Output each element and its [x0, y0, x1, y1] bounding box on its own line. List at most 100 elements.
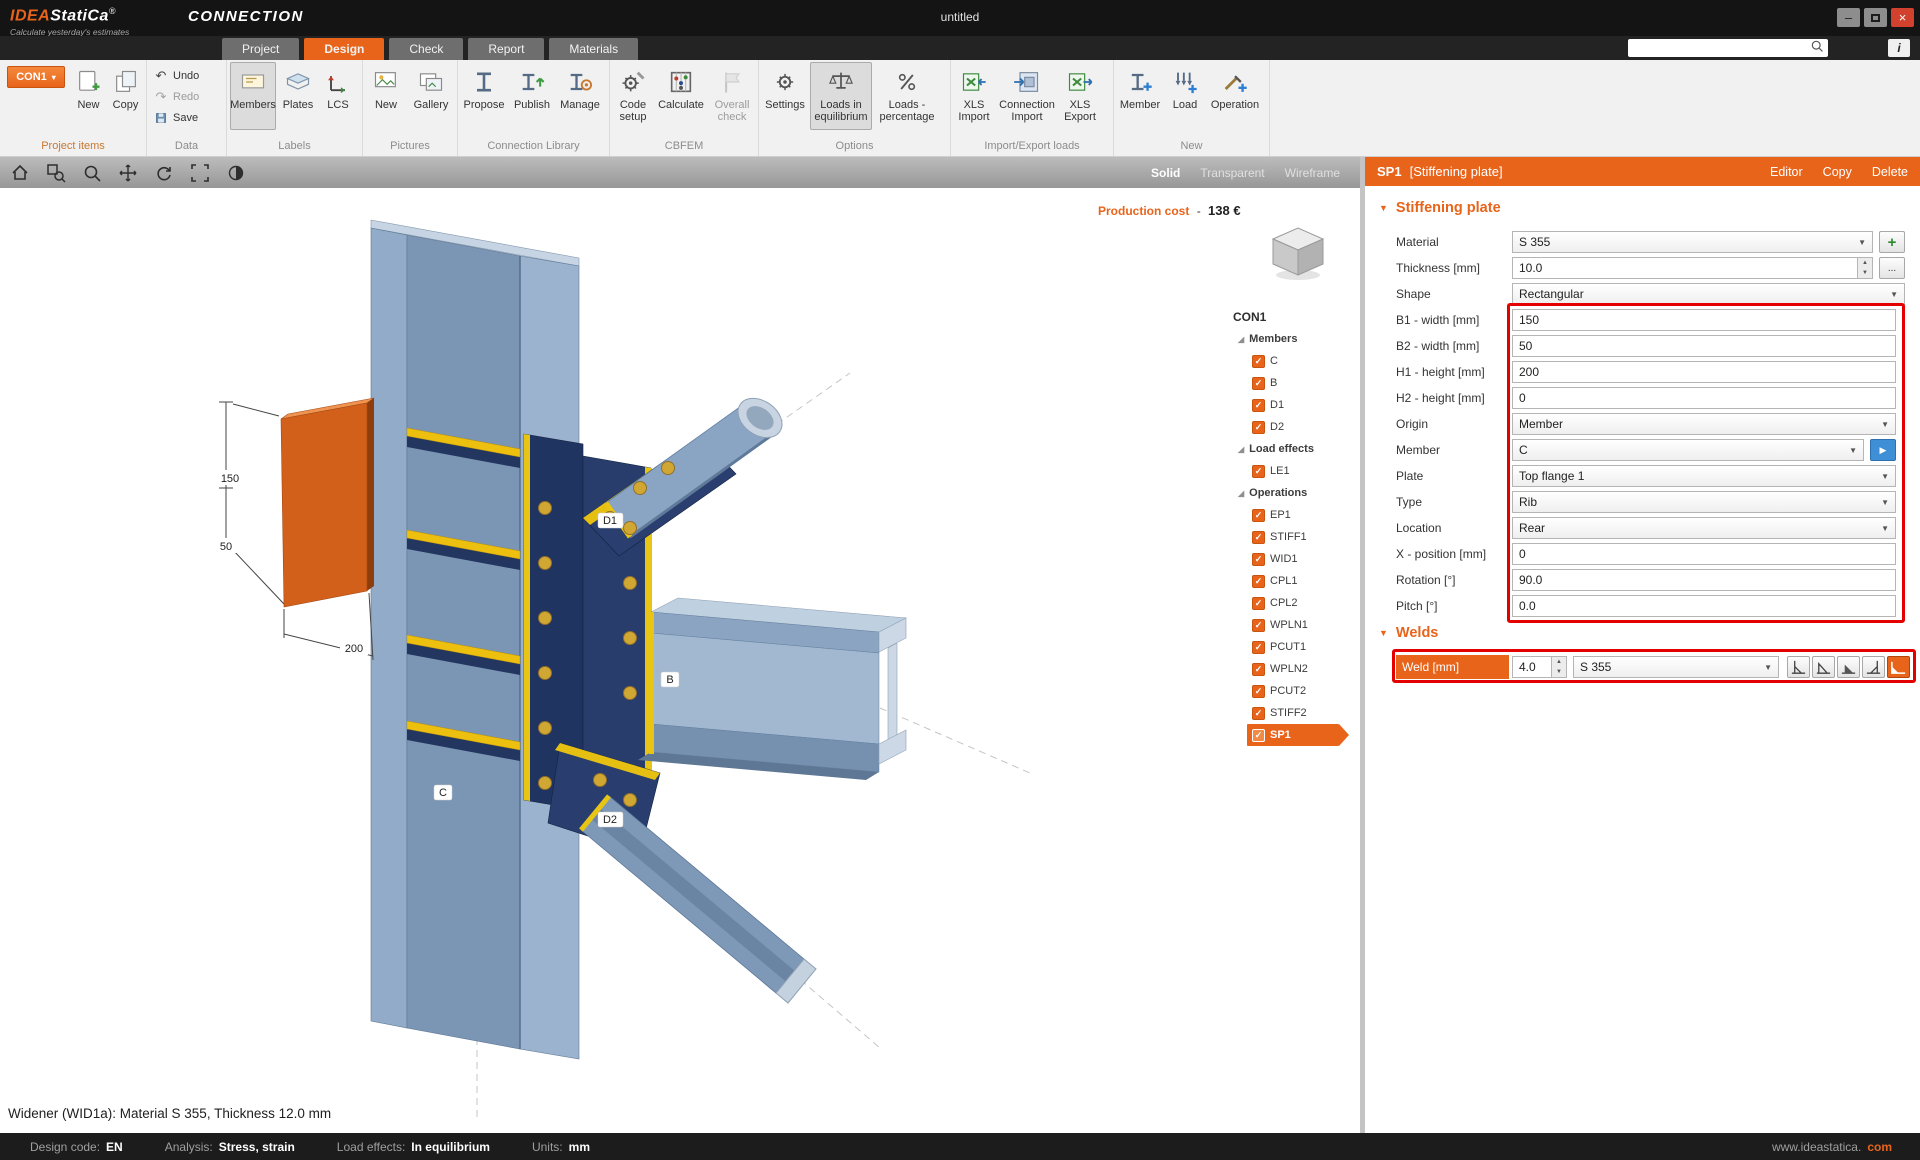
checkbox-checked-icon[interactable]: ✓ [1252, 596, 1265, 610]
section-welds[interactable]: ▼ Welds [1379, 625, 1438, 641]
close-button[interactable]: × [1891, 8, 1914, 27]
x-position-input[interactable]: 0 [1512, 543, 1896, 565]
stepper-down-icon[interactable]: ▼ [1858, 268, 1872, 278]
type-select[interactable]: Rib ▼ [1512, 491, 1896, 513]
section-collapse-icon[interactable]: ▼ [1379, 203, 1388, 213]
xls-import-button[interactable]: XLS Import [954, 62, 994, 130]
copy-operation-button[interactable]: Copy [1823, 165, 1852, 179]
section-collapse-icon[interactable]: ▼ [1379, 628, 1388, 638]
zoom-window-icon[interactable] [46, 163, 66, 183]
h1-height-input[interactable]: 200 [1512, 361, 1896, 383]
editor-button[interactable]: Editor [1770, 165, 1803, 179]
b1-width-input[interactable]: 150 [1512, 309, 1896, 331]
settings-button[interactable]: Settings [762, 62, 808, 130]
save-button[interactable]: Save [150, 109, 203, 126]
display-mode-wireframe[interactable]: Wireframe [1285, 166, 1340, 180]
weld-type-fillet-button[interactable] [1812, 656, 1835, 678]
shading-icon[interactable] [226, 163, 246, 183]
publish-button[interactable]: Publish [509, 62, 555, 130]
stepper-up-icon[interactable]: ▲ [1858, 258, 1872, 268]
thickness-stepper[interactable]: ▲ ▼ [1858, 257, 1873, 279]
new-member-button[interactable]: Member [1117, 62, 1163, 130]
checkbox-checked-icon[interactable]: ✓ [1252, 574, 1265, 588]
weld-type-butt-button[interactable] [1862, 656, 1885, 678]
pick-member-button[interactable]: ▶ [1870, 439, 1896, 461]
stepper-down-icon[interactable]: ▼ [1552, 667, 1566, 677]
tab-project[interactable]: Project [222, 38, 300, 60]
tree-item-c[interactable]: ✓ C [1225, 350, 1360, 372]
code-setup-button[interactable]: Code setup [613, 62, 653, 130]
tree-group-operations[interactable]: ◢ Operations [1225, 482, 1360, 504]
checkbox-checked-icon[interactable]: ✓ [1252, 376, 1265, 390]
tree-item-sp1-selected[interactable]: ✓ SP1 [1247, 724, 1349, 746]
shape-select[interactable]: Rectangular ▼ [1512, 283, 1905, 305]
weld-material-select[interactable]: S 355 ▼ [1573, 656, 1779, 678]
home-view-icon[interactable] [10, 163, 30, 183]
thickness-input[interactable]: 10.0 [1512, 257, 1858, 279]
add-material-button[interactable]: + [1879, 231, 1905, 253]
model-viewport[interactable]: Solid Transparent Wireframe 150 50 200 D… [0, 157, 1360, 1133]
tree-item-b[interactable]: ✓ B [1225, 372, 1360, 394]
new-operation-button[interactable]: Operation [1207, 62, 1263, 130]
tree-item-ep1[interactable]: ✓ EP1 [1225, 504, 1360, 526]
display-mode-solid[interactable]: Solid [1151, 166, 1180, 180]
tree-item-stiff1[interactable]: ✓ STIFF1 [1225, 526, 1360, 548]
h2-height-input[interactable]: 0 [1512, 387, 1896, 409]
tree-group-members[interactable]: ◢ Members [1225, 328, 1360, 350]
tree-item-pcut2[interactable]: ✓ PCUT2 [1225, 680, 1360, 702]
stepper-up-icon[interactable]: ▲ [1552, 657, 1566, 667]
checkbox-checked-icon[interactable]: ✓ [1252, 706, 1265, 720]
checkbox-checked-icon[interactable]: ✓ [1252, 728, 1265, 742]
material-select[interactable]: S 355 ▼ [1512, 231, 1873, 253]
member-beam-b[interactable] [638, 597, 908, 780]
tree-item-pcut1[interactable]: ✓ PCUT1 [1225, 636, 1360, 658]
gallery-button[interactable]: Gallery [408, 62, 454, 130]
tree-item-wpln2[interactable]: ✓ WPLN2 [1225, 658, 1360, 680]
stiffening-plate-sp1[interactable] [280, 397, 375, 608]
maximize-button[interactable] [1864, 8, 1887, 27]
redo-button[interactable]: ↷ Redo [150, 88, 203, 105]
pan-icon[interactable] [118, 163, 138, 183]
tab-report[interactable]: Report [468, 38, 545, 60]
minimize-button[interactable]: – [1837, 8, 1860, 27]
checkbox-checked-icon[interactable]: ✓ [1252, 508, 1265, 522]
manage-button[interactable]: Manage [557, 62, 603, 130]
pitch-input[interactable]: 0.0 [1512, 595, 1896, 617]
zoom-fit-icon[interactable] [190, 163, 210, 183]
tree-item-wid1[interactable]: ✓ WID1 [1225, 548, 1360, 570]
tree-item-cpl1[interactable]: ✓ CPL1 [1225, 570, 1360, 592]
propose-button[interactable]: Propose [461, 62, 507, 130]
checkbox-checked-icon[interactable]: ✓ [1252, 530, 1265, 544]
tree-group-load-effects[interactable]: ◢ Load effects [1225, 438, 1360, 460]
checkbox-checked-icon[interactable]: ✓ [1252, 684, 1265, 698]
loads-percentage-button[interactable]: Loads - percentage [874, 62, 940, 130]
xls-export-button[interactable]: XLS Export [1060, 62, 1100, 130]
undo-button[interactable]: ↶ Undo [150, 67, 203, 84]
model-3d-scene[interactable]: 150 50 200 D1 B C D2 [0, 188, 1360, 1133]
section-stiffening-plate[interactable]: ▼ Stiffening plate [1379, 200, 1501, 216]
orientation-cube[interactable] [1263, 215, 1333, 285]
connection-selector-button[interactable]: CON1 ▾ [7, 66, 65, 88]
calculate-button[interactable]: Calculate [655, 62, 707, 130]
info-button[interactable]: i [1888, 39, 1910, 57]
delete-operation-button[interactable]: Delete [1872, 165, 1908, 179]
plate-select[interactable]: Top flange 1 ▼ [1512, 465, 1896, 487]
checkbox-checked-icon[interactable]: ✓ [1252, 662, 1265, 676]
members-labels-button[interactable]: Members [230, 62, 276, 130]
tab-design[interactable]: Design [304, 38, 385, 60]
tree-item-wpln1[interactable]: ✓ WPLN1 [1225, 614, 1360, 636]
tree-root-con1[interactable]: CON1 [1225, 306, 1360, 328]
tree-item-stiff2[interactable]: ✓ STIFF2 [1225, 702, 1360, 724]
checkbox-checked-icon[interactable]: ✓ [1252, 464, 1265, 478]
member-select[interactable]: C ▼ [1512, 439, 1864, 461]
plates-labels-button[interactable]: Plates [278, 62, 318, 130]
display-mode-transparent[interactable]: Transparent [1200, 166, 1264, 180]
tab-check[interactable]: Check [389, 38, 464, 60]
checkbox-checked-icon[interactable]: ✓ [1252, 354, 1265, 368]
new-project-item-button[interactable]: New [71, 62, 106, 130]
loads-in-equilibrium-button[interactable]: Loads in equilibrium [810, 62, 872, 130]
checkbox-checked-icon[interactable]: ✓ [1252, 640, 1265, 654]
overall-check-button[interactable]: Overall check [709, 62, 755, 130]
tree-item-cpl2[interactable]: ✓ CPL2 [1225, 592, 1360, 614]
new-load-button[interactable]: Load [1165, 62, 1205, 130]
